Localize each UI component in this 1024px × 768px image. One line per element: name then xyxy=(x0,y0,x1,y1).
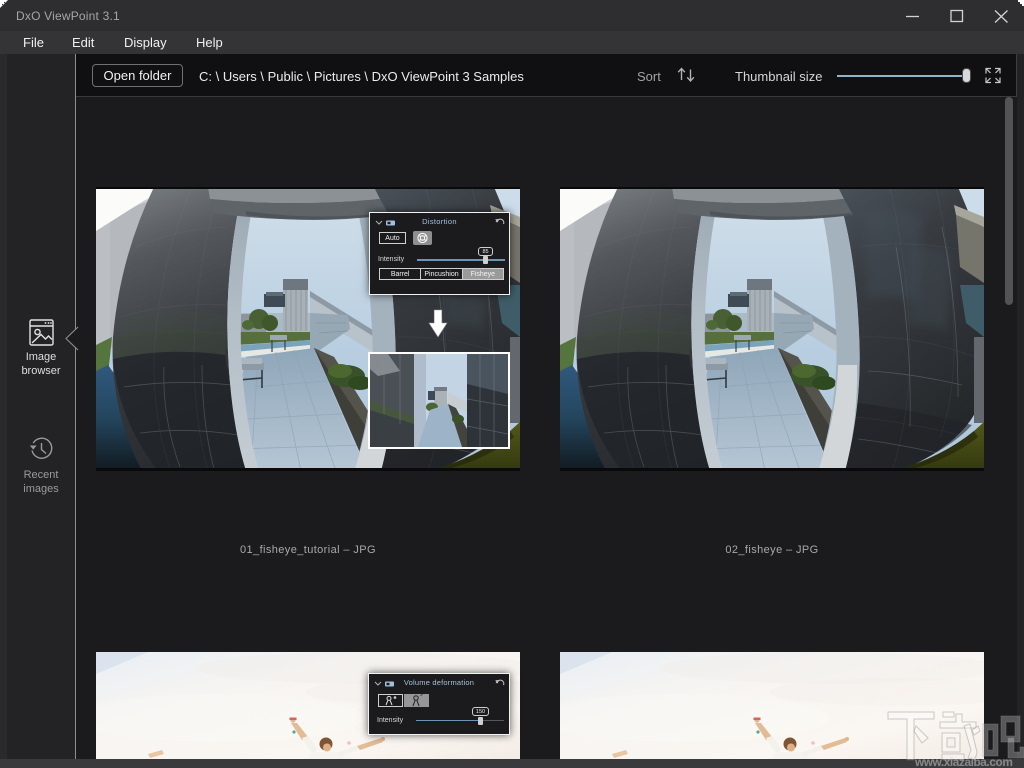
svg-text:www.xiazaiba.com: www.xiazaiba.com xyxy=(914,755,1012,768)
